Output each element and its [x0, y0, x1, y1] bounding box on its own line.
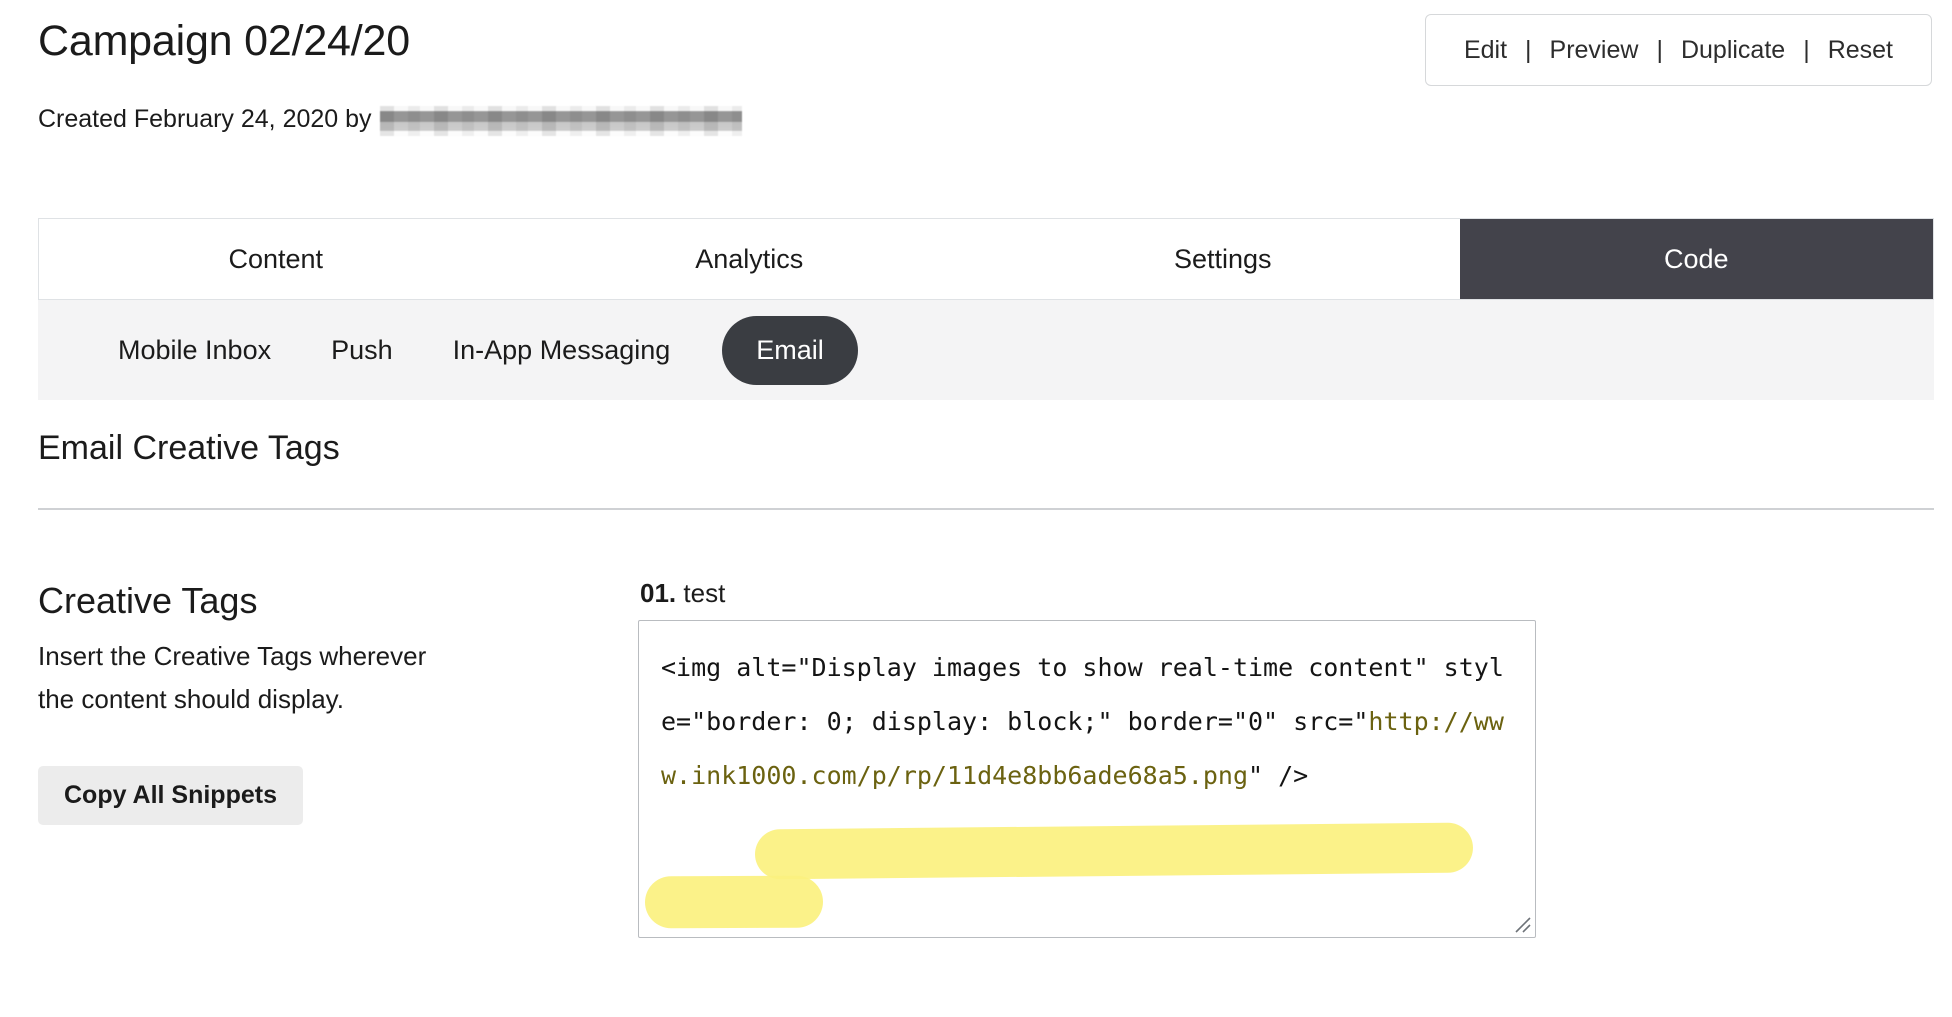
highlight-marker-line1 — [755, 823, 1473, 880]
action-bar: Edit | Preview | Duplicate | Reset — [1425, 14, 1932, 86]
sub-tab-bar: Mobile Inbox Push In-App Messaging Email — [38, 300, 1934, 400]
creative-tags-title: Creative Tags — [38, 580, 508, 621]
tab-analytics[interactable]: Analytics — [513, 219, 987, 299]
action-separator: | — [1799, 36, 1814, 65]
snippet-name: test — [683, 578, 725, 608]
edit-button[interactable]: Edit — [1450, 36, 1521, 65]
section-heading: Email Creative Tags — [38, 428, 340, 469]
tab-code[interactable]: Code — [1460, 219, 1934, 299]
subtab-in-app-messaging[interactable]: In-App Messaging — [423, 337, 701, 364]
subtab-email[interactable]: Email — [722, 316, 858, 385]
redacted-author-name — [380, 106, 742, 136]
reset-button[interactable]: Reset — [1814, 36, 1907, 65]
snippet-label: 01. test — [640, 580, 1538, 606]
section-divider — [38, 508, 1934, 510]
code-after: " /> — [1248, 761, 1308, 790]
page-header: Campaign 02/24/20 Created February 24, 2… — [0, 0, 1952, 200]
copy-all-snippets-button[interactable]: Copy All Snippets — [38, 766, 303, 825]
creative-tags-description: Insert the Creative Tags wherever the co… — [38, 635, 458, 719]
main-tab-bar: Content Analytics Settings Code — [38, 218, 1934, 300]
preview-button[interactable]: Preview — [1536, 36, 1653, 65]
created-by-text: Created February 24, 2020 by — [38, 105, 372, 134]
created-by-line: Created February 24, 2020 by — [38, 104, 742, 134]
page-title: Campaign 02/24/20 — [38, 16, 410, 68]
tab-settings[interactable]: Settings — [986, 219, 1460, 299]
code-snippet-text: <img alt="Display images to show real-ti… — [661, 641, 1513, 802]
action-separator: | — [1521, 36, 1536, 65]
tab-content[interactable]: Content — [39, 219, 513, 299]
code-snippet-textarea[interactable]: <img alt="Display images to show real-ti… — [638, 620, 1536, 938]
resize-grip-icon[interactable] — [1510, 912, 1532, 934]
subtab-mobile-inbox[interactable]: Mobile Inbox — [88, 337, 301, 364]
subtab-push[interactable]: Push — [301, 337, 423, 364]
creative-tags-panel: Creative Tags Insert the Creative Tags w… — [38, 580, 508, 825]
snippet-number: 01. — [640, 578, 676, 608]
snippet-panel: 01. test <img alt="Display images to sho… — [638, 580, 1538, 938]
highlight-marker-line2 — [645, 876, 823, 929]
duplicate-button[interactable]: Duplicate — [1667, 36, 1799, 65]
action-separator: | — [1652, 36, 1667, 65]
